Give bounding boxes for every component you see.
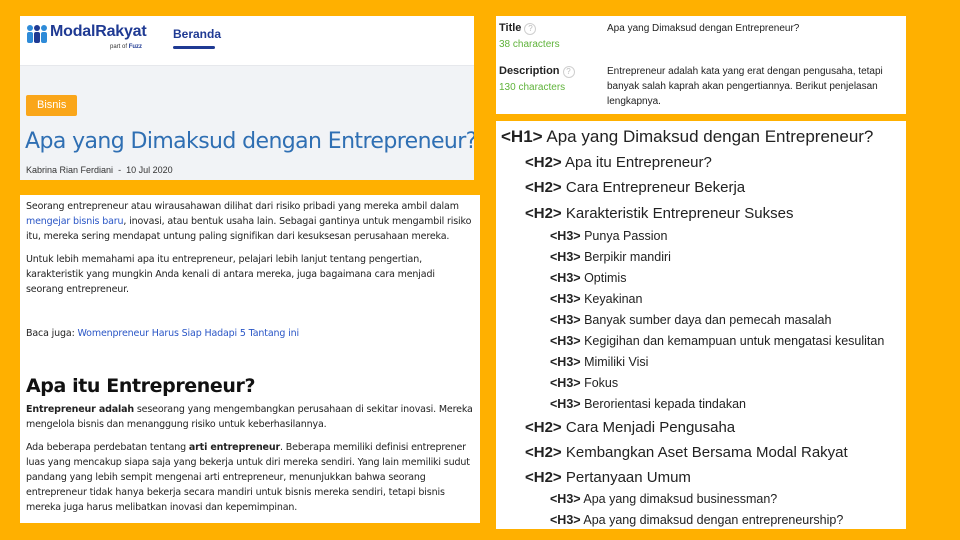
outline-h2: <H2> Pertanyaan Umum — [525, 469, 691, 486]
outline-h3: <H3> Fokus — [550, 376, 619, 390]
meta-description-label: Description? — [499, 65, 575, 78]
outline-h3: <H3> Berorientasi kepada tindakan — [550, 397, 746, 411]
article-header-panel: ModalRakyat part of Fuzz Beranda Bisnis … — [20, 16, 474, 180]
paragraph-debate: Ada beberapa perdebatan tentang arti ent… — [26, 442, 470, 513]
modalrakyat-logo-icon — [27, 25, 47, 43]
outline-h3: <H3> Optimis — [550, 271, 627, 285]
paragraph-intro: Seorang entrepreneur atau wirausahawan d… — [26, 201, 472, 242]
nav-active-indicator — [173, 46, 215, 49]
meta-title-value: Apa yang Dimaksud dengan Entrepreneur? — [607, 23, 800, 34]
section-heading: Apa itu Entrepreneur? — [26, 375, 256, 397]
brand-partof: part of Fuzz — [110, 44, 143, 50]
outline-h2: <H2> Cara Menjadi Pengusaha — [525, 419, 736, 436]
meta-description-count: 130 characters — [499, 82, 566, 93]
article-byline: Kabrina Rian Ferdiani - 10 Jul 2020 — [26, 165, 173, 175]
baca-juga-label: Baca juga: — [26, 328, 75, 339]
meta-description-value: Entrepreneur adalah kata yang erat denga… — [607, 66, 883, 107]
outline-h2: <H2> Cara Entrepreneur Bekerja — [525, 179, 746, 196]
heading-outline-panel: <H1> Apa yang Dimaksud dengan Entreprene… — [496, 121, 906, 529]
help-icon[interactable]: ? — [524, 23, 537, 35]
site-logo[interactable]: ModalRakyat part of Fuzz — [26, 23, 156, 59]
outline-h3: <H3> Berpikir mandiri — [550, 250, 671, 264]
article-title: Apa yang Dimaksud dengan Entrepreneur? — [25, 129, 474, 154]
baca-juga-link[interactable]: Womenpreneur Harus Siap Hadapi 5 Tantang… — [78, 328, 300, 339]
baca-juga: Baca juga: Womenpreneur Harus Siap Hadap… — [26, 326, 474, 341]
seo-meta-panel: Title? 38 characters Apa yang Dimaksud d… — [496, 16, 906, 114]
outline-h3: <H3> Apa yang dimaksud dengan entreprene… — [550, 513, 844, 527]
meta-title-label: Title? — [499, 22, 537, 35]
author-name: Kabrina Rian Ferdiani — [26, 165, 114, 175]
paragraph-overview: Untuk lebih memahami apa itu entrepreneu… — [26, 254, 435, 295]
outline-h3: <H3> Apa yang dimaksud businessman? — [550, 492, 778, 506]
nav-tab-beranda[interactable]: Beranda — [173, 27, 221, 41]
meta-title-count: 38 characters — [499, 39, 560, 50]
article-body-panel: Seorang entrepreneur atau wirausahawan d… — [20, 195, 480, 523]
outline-h2: <H2> Apa itu Entrepreneur? — [525, 154, 712, 171]
publish-date: 10 Jul 2020 — [126, 165, 173, 175]
link-mengejar-bisnis[interactable]: mengejar bisnis baru — [26, 216, 124, 227]
outline-h3: <H3> Kegigihan dan kemampuan untuk menga… — [550, 334, 885, 348]
outline-h3: <H3> Mimiliki Visi — [550, 355, 649, 369]
outline-h3: <H3> Banyak sumber daya dan pemecah masa… — [550, 313, 832, 327]
category-badge[interactable]: Bisnis — [26, 95, 78, 116]
outline-h3: <H3> Punya Passion — [550, 229, 668, 243]
outline-h3: <H3> Keyakinan — [550, 292, 643, 306]
outline-h2: <H2> Kembangkan Aset Bersama Modal Rakya… — [525, 444, 848, 461]
brand-name: ModalRakyat — [50, 23, 147, 40]
site-topbar: ModalRakyat part of Fuzz Beranda — [20, 16, 474, 66]
help-icon[interactable]: ? — [562, 66, 575, 78]
paragraph-definition: Entrepreneur adalah seseorang yang menge… — [26, 404, 473, 430]
outline-h2: <H2> Karakteristik Entrepreneur Sukses — [525, 205, 794, 222]
outline-h1: <H1> Apa yang Dimaksud dengan Entreprene… — [501, 127, 874, 146]
byline-separator: - — [118, 165, 122, 175]
